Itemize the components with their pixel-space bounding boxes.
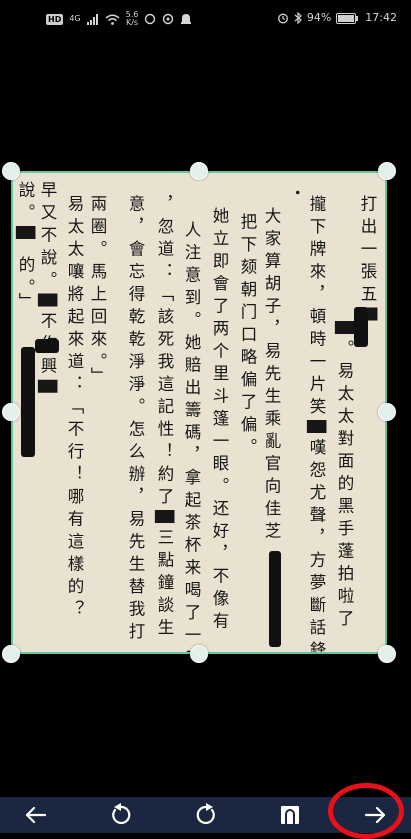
crop-handle-bottom-right[interactable] (378, 645, 396, 663)
notification-icon (145, 13, 156, 25)
crop-handle-right[interactable] (378, 403, 396, 421)
back-button[interactable] (16, 797, 56, 833)
network-type: 4G (69, 14, 81, 23)
crop-handle-top[interactable] (190, 162, 208, 180)
status-left: HD 4G 5.6 K/s (46, 11, 192, 27)
arrow-left-icon (25, 806, 47, 824)
rotate-left-icon (111, 803, 131, 825)
crop-handle-top-right[interactable] (378, 162, 396, 180)
chat-app-icon (181, 14, 192, 24)
wifi-icon (105, 14, 120, 25)
app-notification-icon (163, 13, 174, 25)
ink-mark (21, 347, 35, 457)
hd-badge: HD (46, 13, 64, 25)
clock: 17:42 (365, 11, 397, 24)
status-bar: HD 4G 5.6 K/s 94% 17:42 (0, 0, 411, 38)
alarm-icon (277, 13, 288, 24)
text-column: 攏下牌來，頓時一片笑█嘆怨尤聲，方夢斷話鋒 (307, 195, 326, 654)
ink-mark (269, 551, 281, 647)
text-column: 意，會忘得乾乾淨淨。怎么辦，易先生替我打 (126, 195, 145, 645)
text-column: 說。█ 的。」 (16, 181, 35, 316)
text-column: ，忽道：「該死我這記性！約了█三點鐘談生 (155, 195, 174, 642)
signal-icon (86, 13, 98, 25)
bottom-toolbar (0, 797, 411, 833)
ink-mark (354, 307, 368, 347)
battery-icon (336, 12, 359, 24)
document-image: 打出一張五█ █。易太太對面的黑手蓬拍啦了 攏下牌來，頓時一片笑█嘆怨尤聲，方夢… (11, 171, 387, 654)
status-right: 94% 17:42 (277, 11, 397, 25)
speed-unit: K/s (125, 18, 139, 27)
crop-handle-bottom[interactable] (190, 645, 208, 663)
arrow-right-icon (364, 806, 386, 824)
crop-handle-left[interactable] (2, 403, 20, 421)
network-speed: 5.6 K/s (126, 11, 139, 27)
rotate-right-icon (196, 803, 215, 825)
ink-mark (35, 339, 59, 353)
rotate-left-button[interactable] (101, 797, 141, 833)
crop-frame-icon (281, 806, 300, 824)
bluetooth-icon (294, 12, 302, 24)
next-button[interactable] (355, 797, 395, 833)
rotate-right-button[interactable] (186, 797, 226, 833)
text-column: • (290, 189, 304, 203)
auto-crop-button[interactable] (270, 797, 310, 833)
battery-percent: 94% (306, 11, 332, 24)
crop-handle-top-left[interactable] (2, 162, 20, 180)
crop-handle-bottom-left[interactable] (2, 645, 20, 663)
